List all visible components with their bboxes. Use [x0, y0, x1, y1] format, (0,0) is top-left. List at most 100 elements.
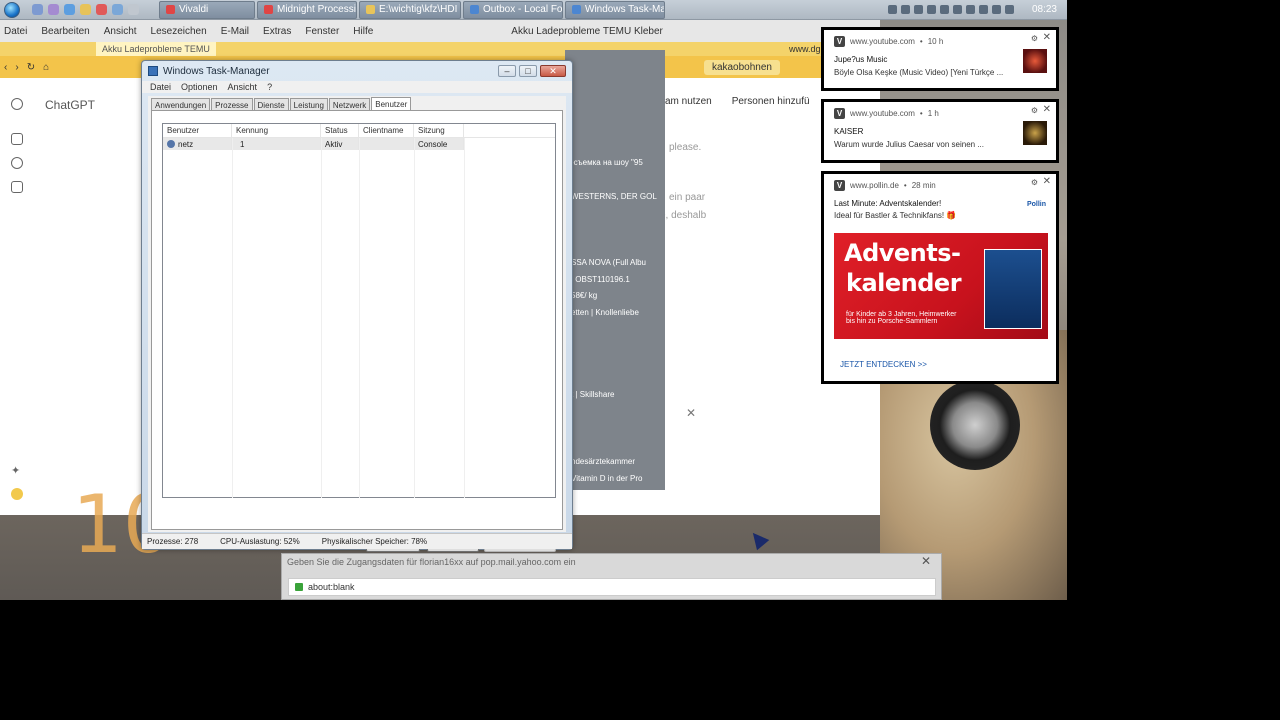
- column-kennung[interactable]: Kennung: [232, 124, 321, 137]
- column-clientname[interactable]: Clientname: [359, 124, 414, 137]
- pinned-app-icon[interactable]: [32, 4, 43, 15]
- taskbar-task-vivaldi[interactable]: Vivaldi: [159, 0, 255, 19]
- bookmark-kakaobohnen[interactable]: kakaobohnen: [703, 59, 780, 75]
- menu-ansicht[interactable]: Ansicht: [228, 82, 258, 92]
- users-page: Benutzer Kennung Status Clientname Sitzu…: [151, 110, 563, 530]
- notification-youtube-1[interactable]: V www.youtube.com • 10 h ⚙ ✕ Jupe?us Mus…: [821, 27, 1059, 91]
- start-button[interactable]: [0, 0, 24, 20]
- forward-icon[interactable]: ›: [15, 62, 18, 73]
- panel-item[interactable]: -съемка на шоу "95: [571, 158, 643, 167]
- panel-item[interactable]: | OBST110196.1: [571, 275, 630, 284]
- tray-icon[interactable]: [1004, 5, 1014, 14]
- panel-item[interactable]: 58€/ kg: [571, 291, 597, 300]
- window-title: Windows Task-Manager: [163, 65, 270, 77]
- avatar[interactable]: [11, 488, 23, 500]
- close-icon[interactable]: ✕: [1043, 32, 1051, 43]
- library-icon[interactable]: [11, 181, 23, 193]
- pinned-app-icon[interactable]: [80, 4, 91, 15]
- notification-pollin[interactable]: V www.pollin.de • 28 min ⚙ ✕ Last Minute…: [821, 171, 1059, 384]
- memory-usage: Physikalischer Speicher: 78%: [321, 537, 428, 546]
- sparkle-icon[interactable]: ✦: [11, 464, 23, 477]
- mail-icon: [470, 5, 479, 14]
- prompt-title: Geben Sie die Zugangsdaten für florian16…: [287, 557, 576, 567]
- close-icon[interactable]: ✕: [686, 406, 696, 420]
- tray-icon[interactable]: [900, 5, 910, 14]
- thumbnail-image: [1023, 49, 1047, 73]
- source-url: www.youtube.com: [850, 37, 915, 46]
- gear-icon[interactable]: ⚙: [1031, 106, 1038, 115]
- home-icon[interactable]: ⌂: [43, 62, 49, 73]
- menu-lesezeichen[interactable]: Lesezeichen: [151, 26, 207, 37]
- menu-hilfe[interactable]: Hilfe: [353, 26, 373, 37]
- menu-optionen[interactable]: Optionen: [181, 82, 218, 92]
- panel-item[interactable]: Vitamin D in der Pro: [571, 474, 642, 483]
- notification-source: V www.youtube.com • 1 h: [834, 108, 939, 119]
- menu-datei[interactable]: Datei: [4, 26, 27, 37]
- prompt-url-bar[interactable]: about:blank: [288, 578, 936, 596]
- pinned-app-icon[interactable]: [64, 4, 75, 15]
- menu-help[interactable]: ?: [267, 82, 272, 92]
- chat-title[interactable]: ChatGPT: [45, 98, 95, 112]
- tray-icon[interactable]: [913, 5, 923, 14]
- gear-icon[interactable]: ⚙: [1031, 178, 1038, 187]
- new-chat-icon[interactable]: [11, 133, 23, 145]
- cta-link[interactable]: JETZT ENTDECKEN >>: [840, 360, 927, 369]
- menu-extras[interactable]: Extras: [263, 26, 291, 37]
- task-manager-titlebar[interactable]: Windows Task-Manager – □ ✕: [142, 61, 572, 81]
- vivaldi-icon: [264, 5, 273, 14]
- notification-youtube-2[interactable]: V www.youtube.com • 1 h ⚙ ✕ KAISER Warum…: [821, 99, 1059, 163]
- reload-icon[interactable]: ↻: [27, 62, 35, 73]
- tray-icon[interactable]: [952, 5, 962, 14]
- browser-tab[interactable]: Akku Ladeprobleme TEMU: [96, 42, 216, 56]
- table-row[interactable]: netz 1 Aktiv Console: [163, 138, 465, 150]
- openai-logo-icon[interactable]: [11, 98, 23, 110]
- add-people-button[interactable]: Personen hinzufü: [732, 96, 810, 107]
- menu-bearbeiten[interactable]: Bearbeiten: [41, 26, 89, 37]
- panel-item[interactable]: WESTERNS, DER GOL: [571, 192, 657, 201]
- users-list[interactable]: Benutzer Kennung Status Clientname Sitzu…: [162, 123, 556, 498]
- taskbar-task-mail[interactable]: Outbox - Local Fold...: [463, 0, 563, 19]
- minimize-button[interactable]: –: [498, 65, 516, 77]
- panel-item[interactable]: etten | Knollenliebe: [571, 308, 639, 317]
- pinned-app-icon[interactable]: [112, 4, 123, 15]
- notification-source: V www.youtube.com • 10 h: [834, 36, 943, 47]
- pinned-app-icon[interactable]: [48, 4, 59, 15]
- gear-icon[interactable]: ⚙: [1031, 34, 1038, 43]
- browser-menu-bar: Datei Bearbeiten Ansicht Lesezeichen E-M…: [0, 20, 880, 42]
- pinned-app-icon[interactable]: [96, 4, 107, 15]
- close-icon[interactable]: ✕: [1043, 176, 1051, 187]
- panel-item[interactable]: ndesärztekammer: [571, 457, 635, 466]
- cell-user: netz: [163, 138, 232, 150]
- clock[interactable]: 08:23: [1032, 4, 1057, 15]
- chat-sidebar: ✦: [0, 78, 34, 515]
- advent-calendar-banner[interactable]: Advents- kalender für Kinder ab 3 Jahren…: [834, 233, 1048, 339]
- taskmanager-icon: [572, 5, 581, 14]
- tray-icon[interactable]: [926, 5, 936, 14]
- column-sitzung[interactable]: Sitzung: [414, 124, 464, 137]
- column-status[interactable]: Status: [321, 124, 359, 137]
- panel-item[interactable]: SSA NOVA (Full Albu: [571, 258, 646, 267]
- close-button[interactable]: ✕: [540, 65, 566, 77]
- taskbar-task-taskmanager[interactable]: Windows Task-Man...: [565, 0, 665, 19]
- tray-icon[interactable]: [991, 5, 1001, 14]
- tray-icon[interactable]: [939, 5, 949, 14]
- maximize-button[interactable]: □: [519, 65, 537, 77]
- search-icon[interactable]: [11, 157, 23, 169]
- menu-fenster[interactable]: Fenster: [305, 26, 339, 37]
- tray-icon[interactable]: [965, 5, 975, 14]
- use-button[interactable]: am nutzen: [665, 96, 712, 107]
- credentials-prompt: Geben Sie die Zugangsdaten für florian16…: [281, 553, 942, 600]
- close-icon[interactable]: ✕: [1043, 104, 1051, 115]
- menu-email[interactable]: E-Mail: [221, 26, 249, 37]
- panel-item[interactable]: t | Skillshare: [571, 390, 614, 399]
- menu-datei[interactable]: Datei: [150, 82, 171, 92]
- taskbar-task-explorer[interactable]: E:\wichtig\kfz\HDI ...: [359, 0, 461, 19]
- close-icon[interactable]: ✕: [921, 554, 931, 568]
- menu-ansicht[interactable]: Ansicht: [104, 26, 137, 37]
- back-icon[interactable]: ‹: [4, 62, 7, 73]
- pinned-app-icon[interactable]: [128, 4, 139, 15]
- tray-icon[interactable]: [887, 5, 897, 14]
- column-benutzer[interactable]: Benutzer: [163, 124, 232, 137]
- tray-icon[interactable]: [978, 5, 988, 14]
- taskbar-task-music[interactable]: Midnight Processio...: [257, 0, 357, 19]
